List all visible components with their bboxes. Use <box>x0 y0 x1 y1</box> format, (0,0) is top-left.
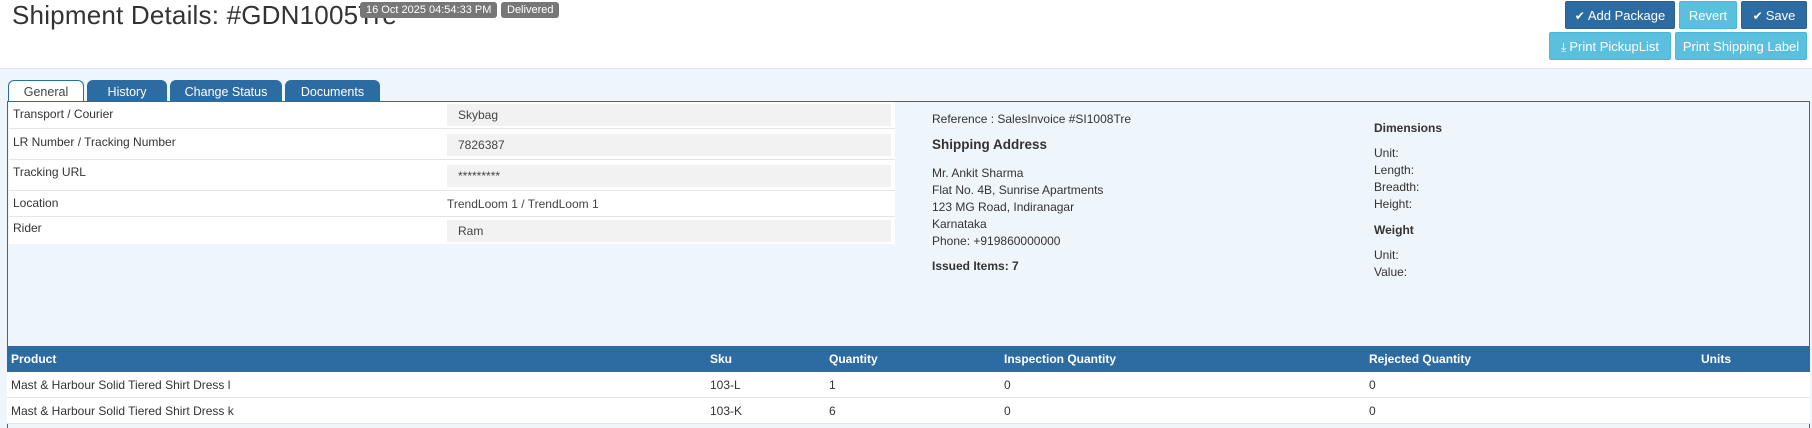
page-title: Shipment Details: #GDN1005Tre <box>12 0 397 30</box>
status-badge: Delivered <box>501 2 560 18</box>
column-header-inspection-quantity: Inspection Quantity <box>1004 352 1117 366</box>
address-phone: Phone: +919860000000 <box>932 234 1061 248</box>
issued-items: Issued Items: 7 <box>932 259 1019 273</box>
shipping-address-heading: Shipping Address <box>932 137 1048 152</box>
tab-documents[interactable]: Documents <box>285 80 380 102</box>
check-icon: ✔ <box>1752 9 1763 23</box>
tab-history[interactable]: History <box>87 80 167 102</box>
field-row-transport: Transport / Courier Skybag <box>9 102 895 129</box>
field-label: Location <box>13 196 59 210</box>
tab-change-status[interactable]: Change Status <box>170 80 282 102</box>
print-shipping-label-button[interactable]: Print Shipping Label <box>1675 32 1807 60</box>
print-picklist-button[interactable]: ⤓ Print PickupList <box>1549 32 1671 60</box>
revert-button[interactable]: Revert <box>1679 1 1737 29</box>
field-row-location: Location TrendLoom 1 / TrendLoom 1 <box>9 191 895 217</box>
field-label: Tracking URL <box>13 165 86 179</box>
date-badge: 16 Oct 2025 04:54:33 PM <box>360 2 498 18</box>
rejected-quantity-cell: 0 <box>1369 404 1376 418</box>
column-header-sku: Sku <box>710 352 733 366</box>
reference-text: Reference : SalesInvoice #SI1008Tre <box>932 112 1132 126</box>
tracking-url-value[interactable]: ********* <box>447 165 891 187</box>
dimensions-breadth: Breadth: <box>1374 180 1420 194</box>
field-label: LR Number / Tracking Number <box>13 135 176 149</box>
table-row: Mast & Harbour Solid Tiered Shirt Dress … <box>7 398 1810 424</box>
check-icon: ✔ <box>1574 9 1585 23</box>
dimensions-heading: Dimensions <box>1374 121 1443 135</box>
quantity-cell: 6 <box>829 404 836 418</box>
print-shipping-label-label: Print Shipping Label <box>1682 39 1800 54</box>
tab-general[interactable]: General <box>8 80 84 102</box>
address-line: Karnataka <box>932 217 987 231</box>
weight-unit: Unit: <box>1374 248 1399 262</box>
weight-heading: Weight <box>1374 223 1414 237</box>
address-line: Mr. Ankit Sharma <box>932 166 1024 180</box>
column-header-units: Units <box>1701 352 1731 366</box>
field-label: Rider <box>13 221 42 235</box>
add-package-label: Add Package <box>1587 8 1666 23</box>
tracking-number-value[interactable]: 7826387 <box>447 134 891 156</box>
product-cell: Mast & Harbour Solid Tiered Shirt Dress … <box>11 404 234 418</box>
inspection-quantity-cell: 0 <box>1004 378 1011 392</box>
address-line: 123 MG Road, Indiranagar <box>932 200 1075 214</box>
rider-value[interactable]: Ram <box>447 220 891 242</box>
transport-courier-value[interactable]: Skybag <box>447 104 891 126</box>
inspection-quantity-cell: 0 <box>1004 404 1011 418</box>
location-value: TrendLoom 1 / TrendLoom 1 <box>447 197 599 211</box>
dimensions-unit: Unit: <box>1374 146 1399 160</box>
table-header: Product Sku Quantity Inspection Quantity… <box>7 346 1810 372</box>
save-label: Save <box>1765 8 1796 23</box>
weight-value: Value: <box>1374 265 1408 279</box>
print-picklist-label: Print PickupList <box>1569 39 1659 54</box>
download-icon: ⤓ <box>1561 40 1567 54</box>
field-row-tracking-url: Tracking URL ********* <box>9 160 895 191</box>
sku-cell: 103-K <box>710 404 743 418</box>
product-cell: Mast & Harbour Solid Tiered Shirt Dress … <box>11 378 231 392</box>
table-row: Mast & Harbour Solid Tiered Shirt Dress … <box>7 372 1810 398</box>
column-header-rejected-quantity: Rejected Quantity <box>1369 352 1472 366</box>
rejected-quantity-cell: 0 <box>1369 378 1376 392</box>
field-row-rider: Rider Ram <box>9 217 895 244</box>
column-header-product: Product <box>11 352 57 366</box>
revert-label: Revert <box>1688 8 1728 23</box>
column-header-quantity: Quantity <box>829 352 878 366</box>
dimensions-height: Height: <box>1374 197 1413 211</box>
sku-cell: 103-L <box>710 378 741 392</box>
field-label: Transport / Courier <box>13 107 114 121</box>
address-line: Flat No. 4B, Sunrise Apartments <box>932 183 1104 197</box>
add-package-button[interactable]: ✔ Add Package <box>1565 1 1675 29</box>
save-button[interactable]: ✔ Save <box>1741 1 1807 29</box>
field-row-tracking-number: LR Number / Tracking Number 7826387 <box>9 129 895 160</box>
dimensions-length: Length: <box>1374 163 1415 177</box>
quantity-cell: 1 <box>829 378 836 392</box>
